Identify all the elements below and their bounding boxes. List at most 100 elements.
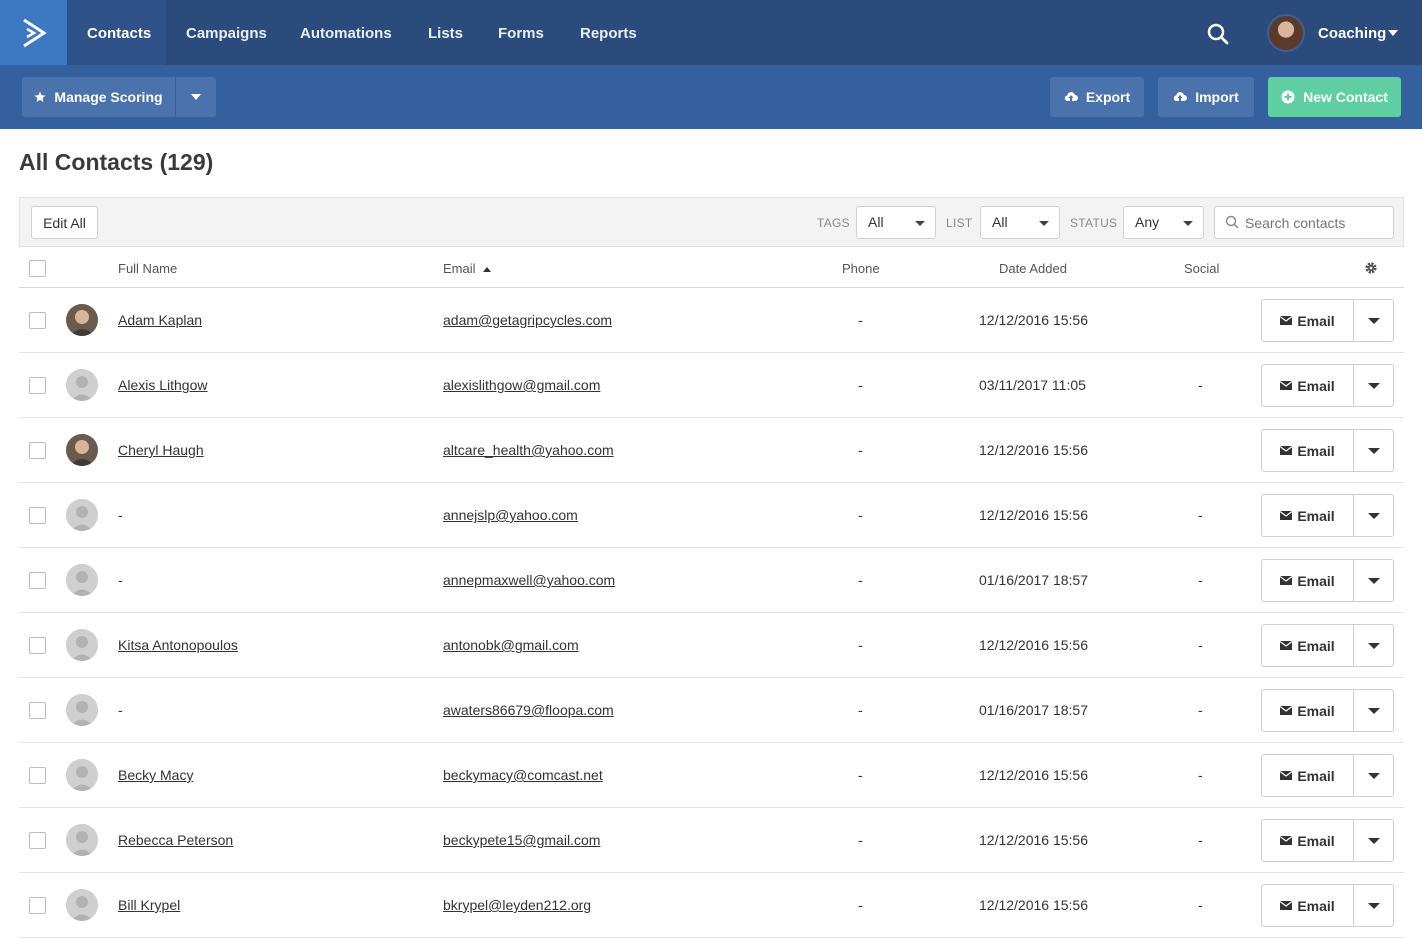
tab-contacts[interactable]: Contacts [67, 0, 166, 65]
column-full-name[interactable]: Full Name [118, 247, 177, 288]
row-checkbox[interactable] [29, 832, 46, 849]
contact-email[interactable]: annejslp@yahoo.com [443, 483, 578, 548]
contact-photo [66, 434, 98, 466]
column-social[interactable]: Social [1184, 247, 1219, 288]
email-button[interactable]: Email [1262, 755, 1353, 796]
email-dropdown-button[interactable] [1354, 755, 1394, 796]
tags-filter-select[interactable]: All [856, 206, 936, 239]
new-contact-button[interactable]: New Contact [1268, 77, 1401, 117]
column-email[interactable]: Email [443, 247, 492, 288]
email-button[interactable]: Email [1262, 690, 1353, 731]
email-dropdown-button[interactable] [1354, 625, 1394, 666]
contact-name[interactable]: Rebecca Peterson [118, 808, 233, 873]
contact-name[interactable]: Adam Kaplan [118, 288, 202, 353]
user-menu-label[interactable]: Coaching [1318, 0, 1386, 65]
email-action-button[interactable]: Email [1261, 754, 1394, 797]
column-email-label: Email [443, 261, 476, 276]
status-filter-label: STATUS [1070, 216, 1118, 230]
list-filter-select[interactable]: All [980, 206, 1060, 239]
table-row: Rebecca Peterson beckypete15@gmail.com - 12… [19, 808, 1404, 873]
contact-email[interactable]: antonobk@gmail.com [443, 613, 579, 678]
search-icon[interactable] [1206, 22, 1230, 46]
row-checkbox[interactable] [29, 507, 46, 524]
contact-date-added: 12/12/2016 15:56 [979, 507, 1088, 523]
email-dropdown-button[interactable] [1354, 365, 1394, 406]
email-button[interactable]: Email [1262, 495, 1353, 536]
email-button[interactable]: Email [1262, 365, 1353, 406]
row-checkbox[interactable] [29, 442, 46, 459]
email-action-button[interactable]: Email [1261, 494, 1394, 537]
tab-reports[interactable]: Reports [560, 0, 657, 65]
contact-email[interactable]: beckymacy@comcast.net [443, 743, 603, 808]
email-dropdown-button[interactable] [1354, 560, 1394, 601]
user-avatar[interactable] [1267, 14, 1305, 52]
manage-scoring-dropdown-button[interactable] [176, 77, 216, 117]
email-dropdown-button[interactable] [1354, 495, 1394, 536]
contact-name[interactable]: Alexis Lithgow [118, 353, 208, 418]
tab-lists[interactable]: Lists [408, 0, 483, 65]
chevron-down-icon [191, 94, 201, 100]
contact-email[interactable]: awaters86679@floopa.com [443, 678, 614, 743]
email-action-button[interactable]: Email [1261, 819, 1394, 862]
import-button[interactable]: Import [1158, 77, 1254, 117]
logo[interactable] [0, 0, 67, 65]
column-phone[interactable]: Phone [842, 247, 880, 288]
email-action-button[interactable]: Email [1261, 299, 1394, 342]
row-checkbox[interactable] [29, 702, 46, 719]
email-dropdown-button[interactable] [1354, 885, 1394, 926]
email-button[interactable]: Email [1262, 820, 1353, 861]
email-dropdown-button[interactable] [1354, 430, 1394, 471]
contact-email[interactable]: alexislithgow@gmail.com [443, 353, 600, 418]
row-checkbox[interactable] [29, 767, 46, 784]
email-action-button[interactable]: Email [1261, 884, 1394, 927]
column-date-added[interactable]: Date Added [999, 247, 1067, 288]
email-action-button[interactable]: Email [1261, 429, 1394, 472]
default-avatar-icon [66, 759, 98, 791]
email-dropdown-button[interactable] [1354, 820, 1394, 861]
chevron-down-icon [1368, 838, 1380, 844]
contact-email[interactable]: annepmaxwell@yahoo.com [443, 548, 615, 613]
contact-name[interactable]: Kitsa Antonopoulos [118, 613, 238, 678]
row-checkbox[interactable] [29, 572, 46, 589]
email-button[interactable]: Email [1262, 300, 1353, 341]
chevron-down-icon[interactable] [1388, 30, 1398, 36]
select-all-checkbox[interactable] [29, 260, 46, 277]
contact-name: - [118, 702, 123, 718]
row-checkbox[interactable] [29, 312, 46, 329]
status-filter-select[interactable]: Any [1123, 206, 1204, 239]
contact-phone: - [858, 312, 863, 328]
contact-email[interactable]: altcare_health@yahoo.com [443, 418, 614, 483]
tab-automations[interactable]: Automations [280, 0, 412, 65]
email-action-button[interactable]: Email [1261, 364, 1394, 407]
table-row: - annepmaxwell@yahoo.com - 01/16/2017 18:57… [19, 548, 1404, 613]
email-dropdown-button[interactable] [1354, 300, 1394, 341]
email-dropdown-button[interactable] [1354, 690, 1394, 731]
row-checkbox[interactable] [29, 377, 46, 394]
chevron-down-icon [1368, 448, 1380, 454]
action-bar: Manage Scoring Export Import New Contact [0, 65, 1422, 129]
row-checkbox[interactable] [29, 637, 46, 654]
contact-email[interactable]: beckypete15@gmail.com [443, 808, 600, 873]
row-checkbox[interactable] [29, 897, 46, 914]
contact-name[interactable]: Becky Macy [118, 743, 193, 808]
email-button-label: Email [1297, 637, 1335, 654]
email-button[interactable]: Email [1262, 885, 1353, 926]
email-action-button[interactable]: Email [1261, 624, 1394, 667]
email-action-button[interactable]: Email [1261, 559, 1394, 602]
email-button[interactable]: Email [1262, 430, 1353, 471]
gear-icon[interactable] [1364, 261, 1378, 275]
export-button[interactable]: Export [1050, 77, 1144, 117]
edit-all-button[interactable]: Edit All [31, 206, 98, 239]
manage-scoring-button[interactable]: Manage Scoring [22, 77, 175, 117]
new-contact-label: New Contact [1303, 89, 1388, 105]
contact-name[interactable]: Cheryl Haugh [118, 418, 204, 483]
tab-forms[interactable]: Forms [478, 0, 564, 65]
tab-campaigns[interactable]: Campaigns [166, 0, 287, 65]
email-button[interactable]: Email [1262, 560, 1353, 601]
contact-email[interactable]: bkrypel@leyden212.org [443, 873, 591, 938]
email-action-button[interactable]: Email [1261, 689, 1394, 732]
email-button[interactable]: Email [1262, 625, 1353, 666]
contact-email[interactable]: adam@getagripcycles.com [443, 288, 612, 353]
contact-name[interactable]: Bill Krypel [118, 873, 180, 938]
search-contacts-input[interactable] [1214, 206, 1394, 239]
